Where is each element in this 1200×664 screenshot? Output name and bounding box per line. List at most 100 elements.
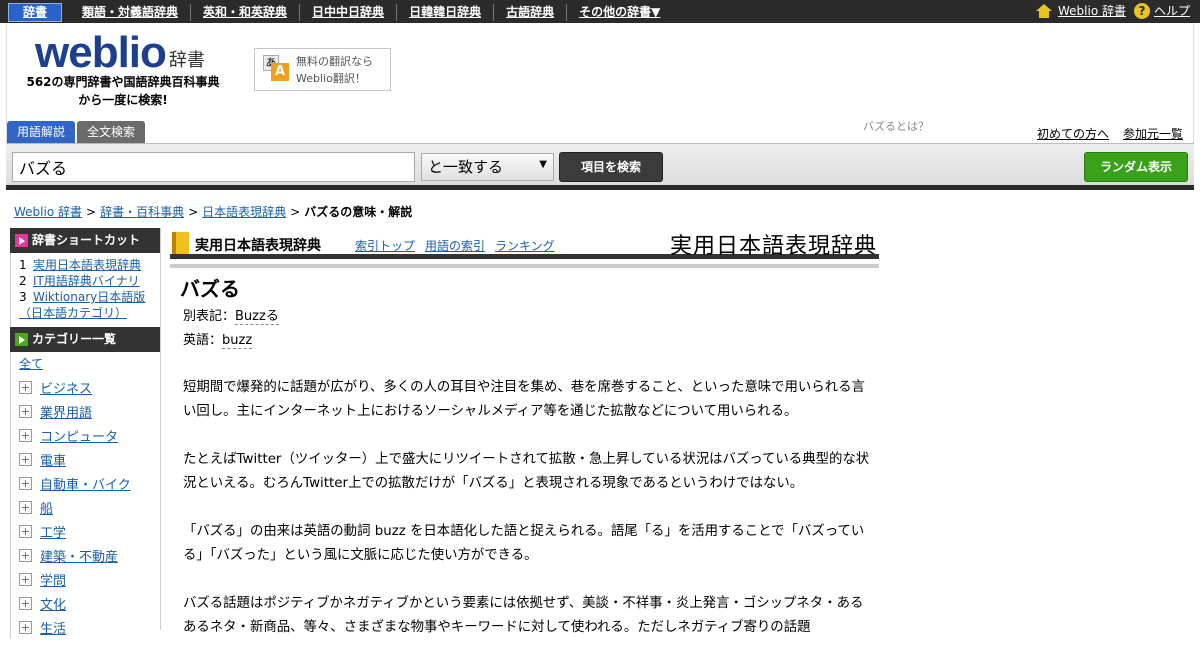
tagline-line-1: 562の専門辞書や国語辞典百科事典: [26, 75, 220, 89]
search-mode-tabs: 用語解説 全文検索: [7, 121, 146, 143]
expand-icon[interactable]: +: [19, 524, 32, 538]
help-link[interactable]: ヘルプ: [1154, 2, 1190, 19]
category-item: + 建築・不動産: [19, 543, 160, 567]
breadcrumb-current: バズるの意味・解説: [304, 205, 413, 219]
logo-wordmark: weblio: [35, 28, 167, 77]
expand-icon[interactable]: +: [19, 596, 32, 610]
breadcrumb: Weblio 辞書 > 辞書・百科事典 > 日本語表現辞典 > バズるの意味・解説: [14, 203, 413, 220]
translate-promo[interactable]: あ A 無料の翻訳なら Weblio翻訳！: [254, 48, 391, 91]
left-sidebar: 辞書ショートカット 1 実用日本語表現辞典 2 IT用語辞典バイナリ 3 Wiktio…: [10, 228, 161, 639]
category-link[interactable]: 船: [40, 498, 53, 517]
top-nav-dictionary[interactable]: 辞書: [8, 3, 63, 22]
category-item: + 学問: [19, 567, 160, 591]
top-nav-other-dropdown[interactable]: その他の辞書▼: [567, 4, 664, 21]
shortcut-link[interactable]: 実用日本語表現辞典: [33, 258, 141, 272]
index-top-link[interactable]: 索引トップ: [355, 237, 415, 254]
expand-icon[interactable]: +: [19, 452, 32, 466]
category-link[interactable]: 学問: [40, 570, 66, 589]
breadcrumb-japanese-expressions[interactable]: 日本語表現辞典: [202, 203, 286, 220]
top-nav-english[interactable]: 英和・和英辞典: [191, 4, 301, 21]
translate-line-2: Weblio翻訳！: [296, 72, 366, 85]
top-nav-thesaurus[interactable]: 類語・対義語辞典: [70, 4, 192, 21]
play-icon: [15, 333, 28, 346]
help-icon: ?: [1133, 2, 1150, 19]
category-item: + 自動車・バイク: [19, 471, 160, 495]
alt-spelling[interactable]: Buzzる: [235, 309, 279, 325]
translate-line-1: 無料の翻訳なら: [296, 55, 373, 68]
top-nav-korean[interactable]: 日韓韓日辞典: [397, 4, 495, 21]
category-item: + 工学: [19, 519, 160, 543]
top-nav-links: 辞書 類語・対義語辞典 英和・和英辞典 日中中日辞典 日韓韓日辞典 古語辞典 そ…: [8, 3, 664, 22]
shortcut-header: 辞書ショートカット: [10, 228, 160, 253]
play-icon: [15, 234, 28, 247]
logo-suffix: 辞書: [168, 50, 205, 71]
divider: [170, 264, 879, 268]
category-item: + 電車: [19, 447, 160, 471]
category-link[interactable]: ビジネス: [40, 378, 92, 397]
expand-icon[interactable]: +: [19, 500, 32, 514]
search-button[interactable]: 項目を検索: [559, 152, 663, 182]
expand-icon[interactable]: +: [19, 572, 32, 586]
expand-icon[interactable]: +: [19, 476, 32, 490]
entry-body: 短期間で爆発的に話題が広がり、多くの人の耳目や注目を集め、巷を席巻すること、とい…: [183, 376, 875, 664]
dictionary-header: 実用日本語表現辞典 索引トップ 用語の索引 ランキング 実用日本語表現辞典: [170, 228, 879, 259]
english-term[interactable]: buzz: [222, 333, 253, 349]
search-input[interactable]: [12, 152, 415, 182]
entry-paragraph: バズる話題はポジティブかネガティブかという要素には依拠せず、美談・不祥事・炎上発…: [183, 596, 864, 635]
entry-meta: 別表記：Buzzる 英語：buzz: [183, 309, 279, 349]
header-links: 初めての方へ 参加元一覧: [1037, 125, 1183, 142]
sources-link[interactable]: 参加元一覧: [1123, 125, 1183, 142]
random-button[interactable]: ランダム表示: [1084, 152, 1188, 182]
shortcut-link[interactable]: Wiktionary日本語版（日本語カテゴリ）: [19, 290, 145, 320]
entry-paragraph: たとえばTwitter（ツイッター）上で盛大にリツイートされて拡散・急上昇してい…: [183, 452, 870, 491]
category-link[interactable]: コンピュータ: [40, 426, 118, 445]
ranking-link[interactable]: ランキング: [495, 237, 555, 254]
top-navigation-bar: 辞書 類語・対義語辞典 英和・和英辞典 日中中日辞典 日韓韓日辞典 古語辞典 そ…: [0, 0, 1200, 23]
site-header: weblio 辞書 562の専門辞書や国語辞典百科事典 から一度に検索! あ A…: [6, 23, 1194, 143]
category-header: カテゴリー一覧: [10, 327, 160, 352]
weblio-logo[interactable]: weblio 辞書: [35, 28, 205, 77]
category-all-link[interactable]: 全て: [19, 356, 160, 372]
expand-icon[interactable]: +: [19, 620, 32, 634]
term-index-link[interactable]: 用語の索引: [425, 237, 485, 254]
dictionary-name: 実用日本語表現辞典: [195, 238, 321, 254]
book-icon: [172, 232, 189, 254]
top-right-links: Weblio 辞書 ? ヘルプ: [1035, 2, 1190, 19]
category-item: + ビジネス: [19, 375, 160, 399]
shortcut-link[interactable]: IT用語辞典バイナリ: [33, 274, 140, 288]
list-item: 1 実用日本語表現辞典: [19, 258, 142, 272]
what-is-label: バズるとは？: [863, 120, 929, 133]
dropdown-arrow-icon: ▼: [539, 159, 547, 170]
breadcrumb-dictionaries[interactable]: 辞書・百科事典: [100, 203, 184, 220]
category-link[interactable]: 生活: [40, 618, 66, 637]
search-bar: と一致する ▼ 項目を検索 ランダム表示: [6, 143, 1194, 190]
match-mode-value: と一致する: [428, 158, 504, 176]
category-link[interactable]: 業界用語: [40, 402, 92, 421]
weblio-home-link[interactable]: Weblio 辞書: [1058, 2, 1126, 19]
top-nav-chinese[interactable]: 日中中日辞典: [300, 4, 398, 21]
breadcrumb-home[interactable]: Weblio 辞書: [14, 203, 82, 220]
dictionary-logo: 実用日本語表現辞典: [669, 234, 877, 259]
shortcut-title: 辞書ショートカット: [32, 233, 141, 247]
expand-icon[interactable]: +: [19, 380, 32, 394]
tab-fulltext-search[interactable]: 全文検索: [77, 121, 146, 143]
translate-promo-text: 無料の翻訳なら Weblio翻訳！: [296, 53, 373, 87]
category-title: カテゴリー一覧: [32, 332, 117, 346]
expand-icon[interactable]: +: [19, 428, 32, 442]
category-link[interactable]: 建築・不動産: [40, 546, 118, 565]
category-link[interactable]: 自動車・バイク: [40, 474, 131, 493]
expand-icon[interactable]: +: [19, 404, 32, 418]
category-link[interactable]: 電車: [40, 450, 66, 469]
list-item: 3 Wiktionary日本語版（日本語カテゴリ）: [19, 290, 146, 320]
category-link[interactable]: 工学: [40, 522, 66, 541]
category-link[interactable]: 文化: [40, 594, 66, 613]
first-time-link[interactable]: 初めての方へ: [1037, 125, 1109, 142]
match-mode-select[interactable]: と一致する ▼: [421, 153, 554, 181]
category-item: + 文化: [19, 591, 160, 615]
translate-icon-a: A: [271, 63, 289, 81]
expand-icon[interactable]: +: [19, 548, 32, 562]
top-nav-classical[interactable]: 古語辞典: [494, 4, 568, 21]
entry-paragraph: 「バズる」の由来は英語の動詞 buzz を日本語化した語と捉えられる。語尾「る」…: [183, 524, 865, 563]
category-item: + 生活: [19, 615, 160, 639]
tab-term-explanation[interactable]: 用語解説: [7, 121, 76, 143]
